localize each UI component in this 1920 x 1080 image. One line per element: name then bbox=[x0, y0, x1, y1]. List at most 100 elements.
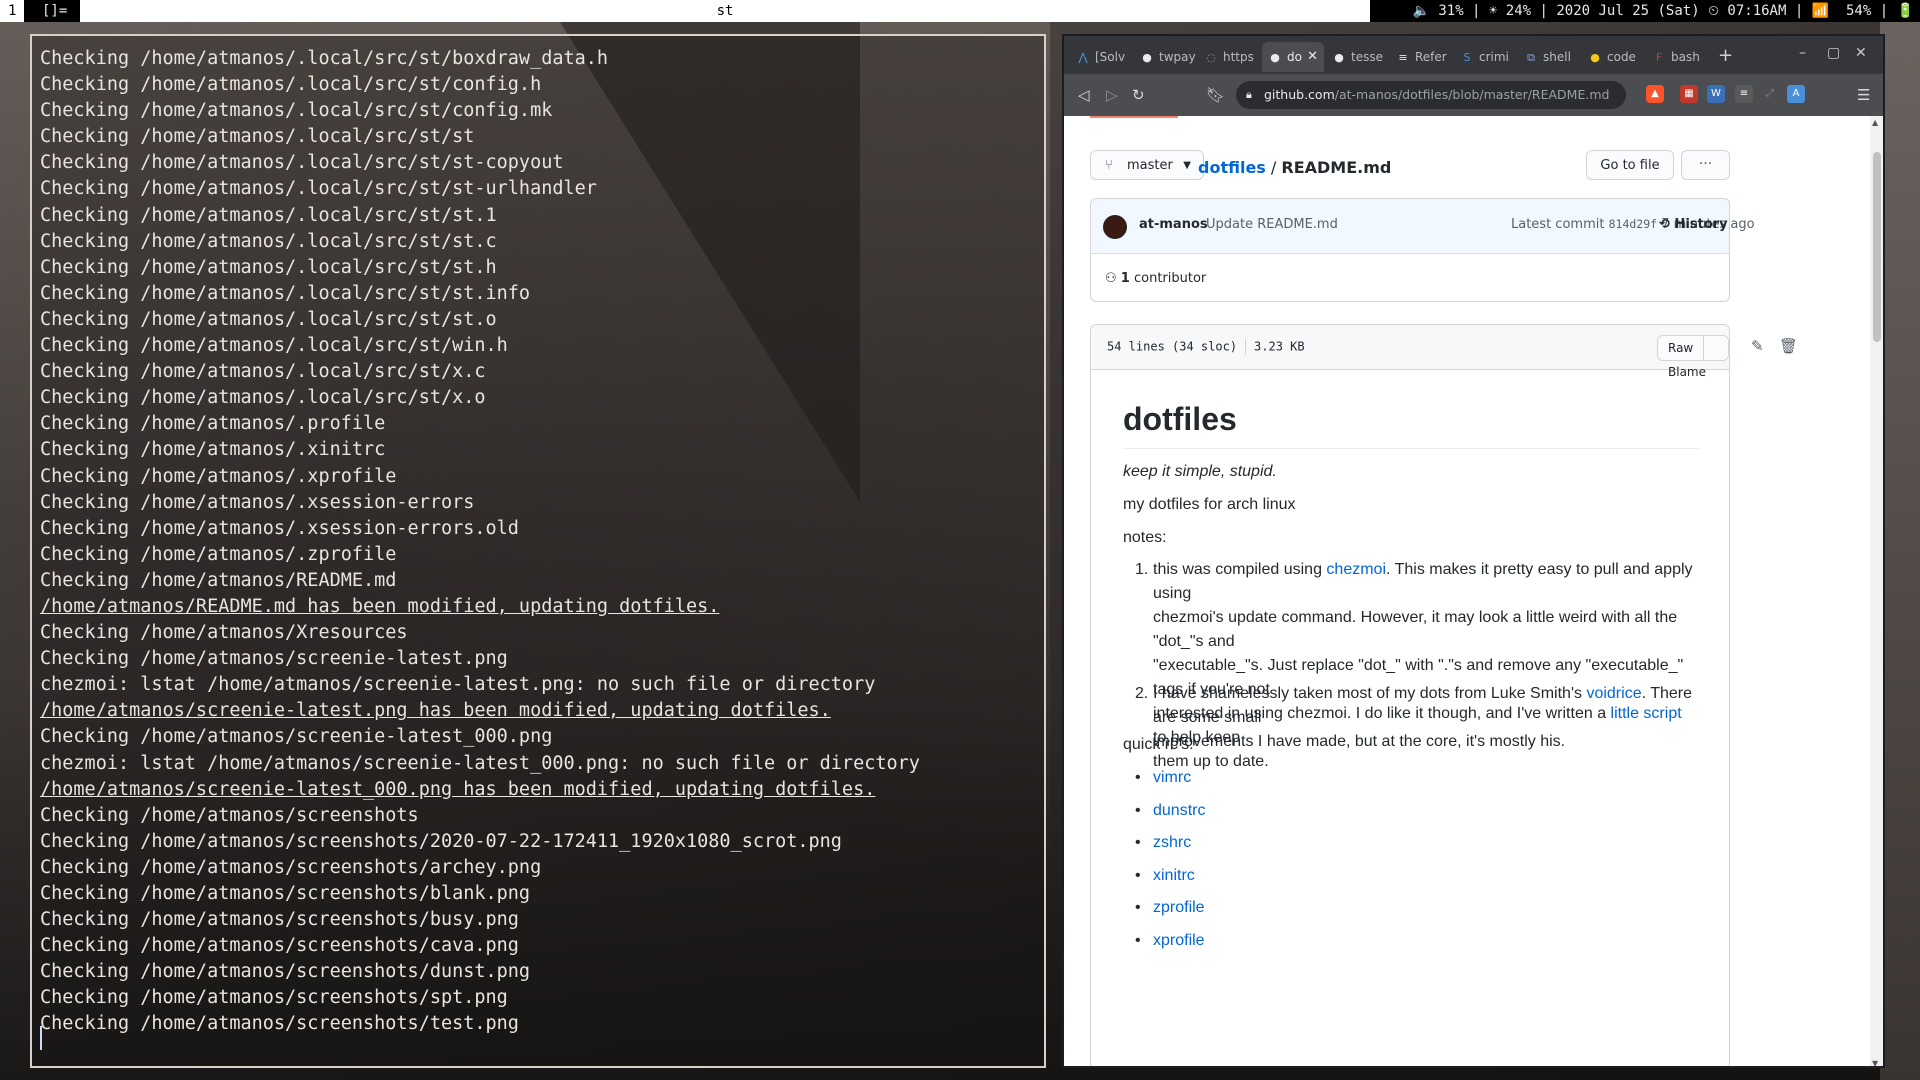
rc-link[interactable]: zprofile bbox=[1153, 899, 1205, 916]
list-item: dunstrc bbox=[1135, 802, 1206, 820]
menu-icon[interactable]: ☰ bbox=[1857, 86, 1870, 104]
chezmoi-link[interactable]: chezmoi bbox=[1326, 561, 1386, 578]
browser-tab[interactable]: ● do ✕ bbox=[1262, 42, 1324, 72]
trash-icon[interactable]: 🗑︎ bbox=[1779, 337, 1798, 355]
commit-message[interactable]: Update README.md bbox=[1206, 217, 1338, 232]
edit-icon[interactable]: ✎ bbox=[1751, 337, 1764, 355]
browser-tab[interactable]: ≡ Refer bbox=[1390, 42, 1452, 72]
branch-name: master bbox=[1127, 158, 1173, 173]
browser-tab[interactable]: ● twpay bbox=[1134, 42, 1196, 72]
terminal-line: Checking /home/atmanos/.xsession-errors bbox=[40, 491, 475, 513]
github-icon: ● bbox=[1270, 50, 1280, 64]
bookmark-icon[interactable]: 🔖︎ bbox=[1206, 86, 1225, 104]
tab-label: bash bbox=[1671, 50, 1700, 64]
scroll-up-icon[interactable]: ▲ bbox=[1872, 118, 1878, 127]
tab-label: tesse bbox=[1351, 50, 1383, 64]
extension-icon[interactable]: ≡ bbox=[1735, 85, 1753, 103]
forward-icon[interactable]: ▷ bbox=[1106, 86, 1118, 104]
page-scrollbar[interactable]: ▲ ▼ bbox=[1870, 116, 1883, 1066]
list-item: zprofile bbox=[1135, 899, 1205, 917]
terminal-line: Checking /home/atmanos/Xresources bbox=[40, 622, 408, 644]
browser-tab[interactable]: ⧉ shell bbox=[1518, 42, 1580, 72]
terminal-line: chezmoi: lstat /home/atmanos/screenie-la… bbox=[40, 674, 876, 696]
readme-intro: my dotfiles for arch linux bbox=[1123, 496, 1296, 513]
commit-author[interactable]: at-manos bbox=[1139, 217, 1208, 232]
terminal-line: Checking /home/atmanos/.local/src/st/win… bbox=[40, 335, 508, 357]
terminal-cursor bbox=[40, 1026, 42, 1050]
new-tab-button[interactable]: + bbox=[1718, 45, 1733, 66]
branch-selector[interactable]: ⑂ master ▼ bbox=[1090, 150, 1204, 180]
tab-label: do bbox=[1287, 50, 1302, 64]
raw-button[interactable]: Raw bbox=[1658, 336, 1705, 360]
terminal-line: Checking /home/atmanos/.profile bbox=[40, 413, 386, 435]
scroll-down-icon[interactable]: ▼ bbox=[1872, 1059, 1878, 1066]
globe-icon: ◌ bbox=[1206, 50, 1216, 64]
arch-icon: ⋀ bbox=[1078, 50, 1088, 64]
terminal-line: Checking /home/atmanos/.local/src/st/st bbox=[40, 126, 475, 148]
browser-tab[interactable]: ● code bbox=[1582, 42, 1644, 72]
extension-icon[interactable]: ⤢ bbox=[1761, 85, 1779, 103]
workspace-tag[interactable]: 1 bbox=[0, 0, 25, 22]
readme-notes-label: notes: bbox=[1123, 529, 1167, 546]
translate-icon[interactable]: A bbox=[1787, 85, 1805, 103]
tab-label: Refer bbox=[1415, 50, 1447, 64]
tab-strip: + – ▢ ✕ ⋀ [Solv ● twpay ◌ https ● do ✕ ● tesse ≡ Ref… bbox=[1064, 36, 1883, 74]
terminal-line: /home/atmanos/README.md has been modifie… bbox=[40, 595, 720, 617]
contributors[interactable]: ⚇ 1 contributor bbox=[1105, 271, 1206, 286]
browser-tab[interactable]: ⋀ [Solv bbox=[1070, 42, 1132, 72]
blame-button[interactable]: Blame bbox=[1658, 360, 1716, 384]
history-link[interactable]: ⟲ History bbox=[1659, 217, 1728, 232]
lock-icon: 🔒︎ bbox=[1246, 88, 1252, 101]
close-tab-icon[interactable]: ✕ bbox=[1307, 42, 1318, 72]
go-to-file-button[interactable]: Go to file bbox=[1586, 150, 1674, 180]
minimize-icon[interactable]: – bbox=[1799, 45, 1806, 61]
terminal-line: Checking /home/atmanos/.xsession-errors.… bbox=[40, 517, 519, 539]
browser-toolbar: ◁ ▷ ↻ 🔖︎ 🔒︎ github.com/at-manos/dotfiles… bbox=[1064, 74, 1883, 116]
file-lines: 54 lines (34 sloc) bbox=[1107, 339, 1238, 354]
maximize-icon[interactable]: ▢ bbox=[1827, 45, 1840, 61]
readme-quick-label: quick rc's: bbox=[1123, 736, 1194, 753]
doc-icon: ≡ bbox=[1398, 50, 1408, 64]
voidrice-link[interactable]: voidrice bbox=[1586, 685, 1641, 702]
tab-label: code bbox=[1607, 50, 1636, 64]
browser-tab[interactable]: Scrimi bbox=[1454, 42, 1516, 72]
terminal-line: Checking /home/atmanos/.local/src/st/con… bbox=[40, 100, 553, 122]
rc-link[interactable]: dunstrc bbox=[1153, 802, 1205, 819]
back-icon[interactable]: ◁ bbox=[1078, 86, 1090, 104]
layout-indicator[interactable]: []= bbox=[34, 0, 75, 22]
list-item: xinitrc bbox=[1135, 867, 1195, 885]
rc-link[interactable]: vimrc bbox=[1153, 769, 1191, 786]
scrollbar-thumb[interactable] bbox=[1873, 152, 1881, 342]
rc-link[interactable]: zshrc bbox=[1153, 834, 1191, 851]
terminal-line: Checking /home/atmanos/.local/src/st/st.… bbox=[40, 308, 497, 330]
brave-shields-icon[interactable]: ▲ bbox=[1646, 85, 1664, 103]
history-icon: ⟲ bbox=[1659, 217, 1670, 232]
browser-tab[interactable]: ◌ https bbox=[1198, 42, 1260, 72]
rc-link[interactable]: xprofile bbox=[1153, 932, 1205, 949]
browser-tab[interactable]: Fbash bbox=[1646, 42, 1708, 72]
tab-label: https bbox=[1223, 50, 1254, 64]
more-options-button[interactable]: ··· bbox=[1681, 150, 1730, 180]
browser-tab[interactable]: ● tesse bbox=[1326, 42, 1388, 72]
file-actions: RawBlame bbox=[1657, 335, 1729, 379]
close-window-icon[interactable]: ✕ bbox=[1855, 45, 1867, 61]
file-name: README.md bbox=[1281, 158, 1392, 177]
avatar[interactable] bbox=[1103, 215, 1127, 239]
terminal-output: Checking /home/atmanos/.local/src/st/box… bbox=[40, 46, 1038, 1038]
terminal-line: Checking /home/atmanos/.local/src/st/con… bbox=[40, 74, 542, 96]
rc-link[interactable]: xinitrc bbox=[1153, 867, 1195, 884]
terminal-window[interactable]: Checking /home/atmanos/.local/src/st/box… bbox=[30, 34, 1046, 1068]
terminal-line: Checking /home/atmanos/.local/src/st/st.… bbox=[40, 230, 497, 252]
extension-icon[interactable]: ▦ bbox=[1680, 85, 1698, 103]
address-bar[interactable]: 🔒︎ github.com/at-manos/dotfiles/blob/mas… bbox=[1236, 81, 1626, 109]
terminal-line: Checking /home/atmanos/.zprofile bbox=[40, 543, 397, 565]
repo-link[interactable]: dotfiles bbox=[1198, 158, 1266, 177]
readme-tagline: keep it simple, stupid. bbox=[1123, 463, 1277, 480]
reload-icon[interactable]: ↻ bbox=[1132, 86, 1145, 104]
terminal-line: Checking /home/atmanos/screenshots/busy.… bbox=[40, 909, 519, 931]
tab-label: shell bbox=[1543, 50, 1571, 64]
extension-icon[interactable]: W bbox=[1707, 85, 1725, 103]
commit-sha[interactable]: 814d29f bbox=[1609, 217, 1657, 231]
list-item: zshrc bbox=[1135, 834, 1191, 852]
terminal-line: Checking /home/atmanos/screenshots/spt.p… bbox=[40, 987, 508, 1009]
